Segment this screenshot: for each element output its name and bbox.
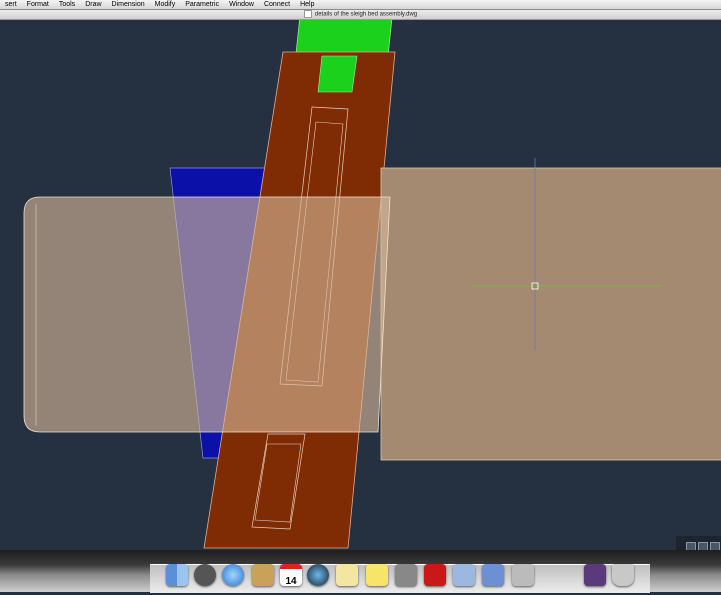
menu-draw[interactable]: Draw bbox=[80, 0, 106, 9]
finder-icon[interactable] bbox=[166, 564, 188, 586]
menu-parametric[interactable]: Parametric bbox=[180, 0, 224, 9]
mail-icon[interactable] bbox=[482, 564, 504, 586]
window-title: details of the sleigh bed assembly.dwg bbox=[314, 11, 418, 18]
menu-window[interactable]: Window bbox=[224, 0, 259, 9]
menu-tools[interactable]: Tools bbox=[54, 0, 80, 9]
ical-icon[interactable]: 14 bbox=[280, 564, 302, 587]
menu-format[interactable]: Format bbox=[22, 0, 54, 9]
bed-rail-left[interactable] bbox=[23, 196, 391, 433]
dock: 14 bbox=[0, 550, 721, 593]
side-rail-panel[interactable] bbox=[380, 167, 721, 461]
time-machine-icon[interactable] bbox=[307, 564, 329, 586]
drawing-canvas[interactable] bbox=[0, 20, 721, 550]
stickies-icon[interactable] bbox=[366, 564, 388, 586]
document-icon bbox=[303, 10, 312, 18]
menu-bar: sert Format Tools Draw Dimension Modify … bbox=[0, 0, 721, 10]
menu-connect[interactable]: Connect bbox=[259, 0, 295, 9]
menu-insert[interactable]: sert bbox=[0, 0, 22, 9]
window-title-bar: details of the sleigh bed assembly.dwg bbox=[0, 10, 721, 20]
menu-help[interactable]: Help bbox=[295, 0, 319, 9]
address-book-icon[interactable] bbox=[252, 564, 274, 586]
green-tenon-lower[interactable] bbox=[317, 55, 358, 93]
system-preferences-icon[interactable] bbox=[395, 564, 417, 586]
calculator-icon[interactable] bbox=[512, 564, 534, 586]
autocad-icon[interactable] bbox=[424, 564, 446, 586]
drawing-svg bbox=[23, 20, 721, 549]
menu-dimension[interactable]: Dimension bbox=[107, 0, 150, 9]
trash-icon[interactable] bbox=[612, 564, 634, 586]
preview-icon[interactable] bbox=[453, 564, 475, 586]
downloads-icon[interactable] bbox=[584, 564, 606, 586]
safari-icon[interactable] bbox=[222, 564, 244, 586]
green-tenon-top[interactable] bbox=[295, 20, 393, 57]
textedit-icon[interactable] bbox=[336, 564, 358, 586]
ical-day: 14 bbox=[285, 576, 297, 587]
launchpad-icon[interactable] bbox=[194, 564, 216, 586]
menu-modify[interactable]: Modify bbox=[150, 0, 181, 9]
